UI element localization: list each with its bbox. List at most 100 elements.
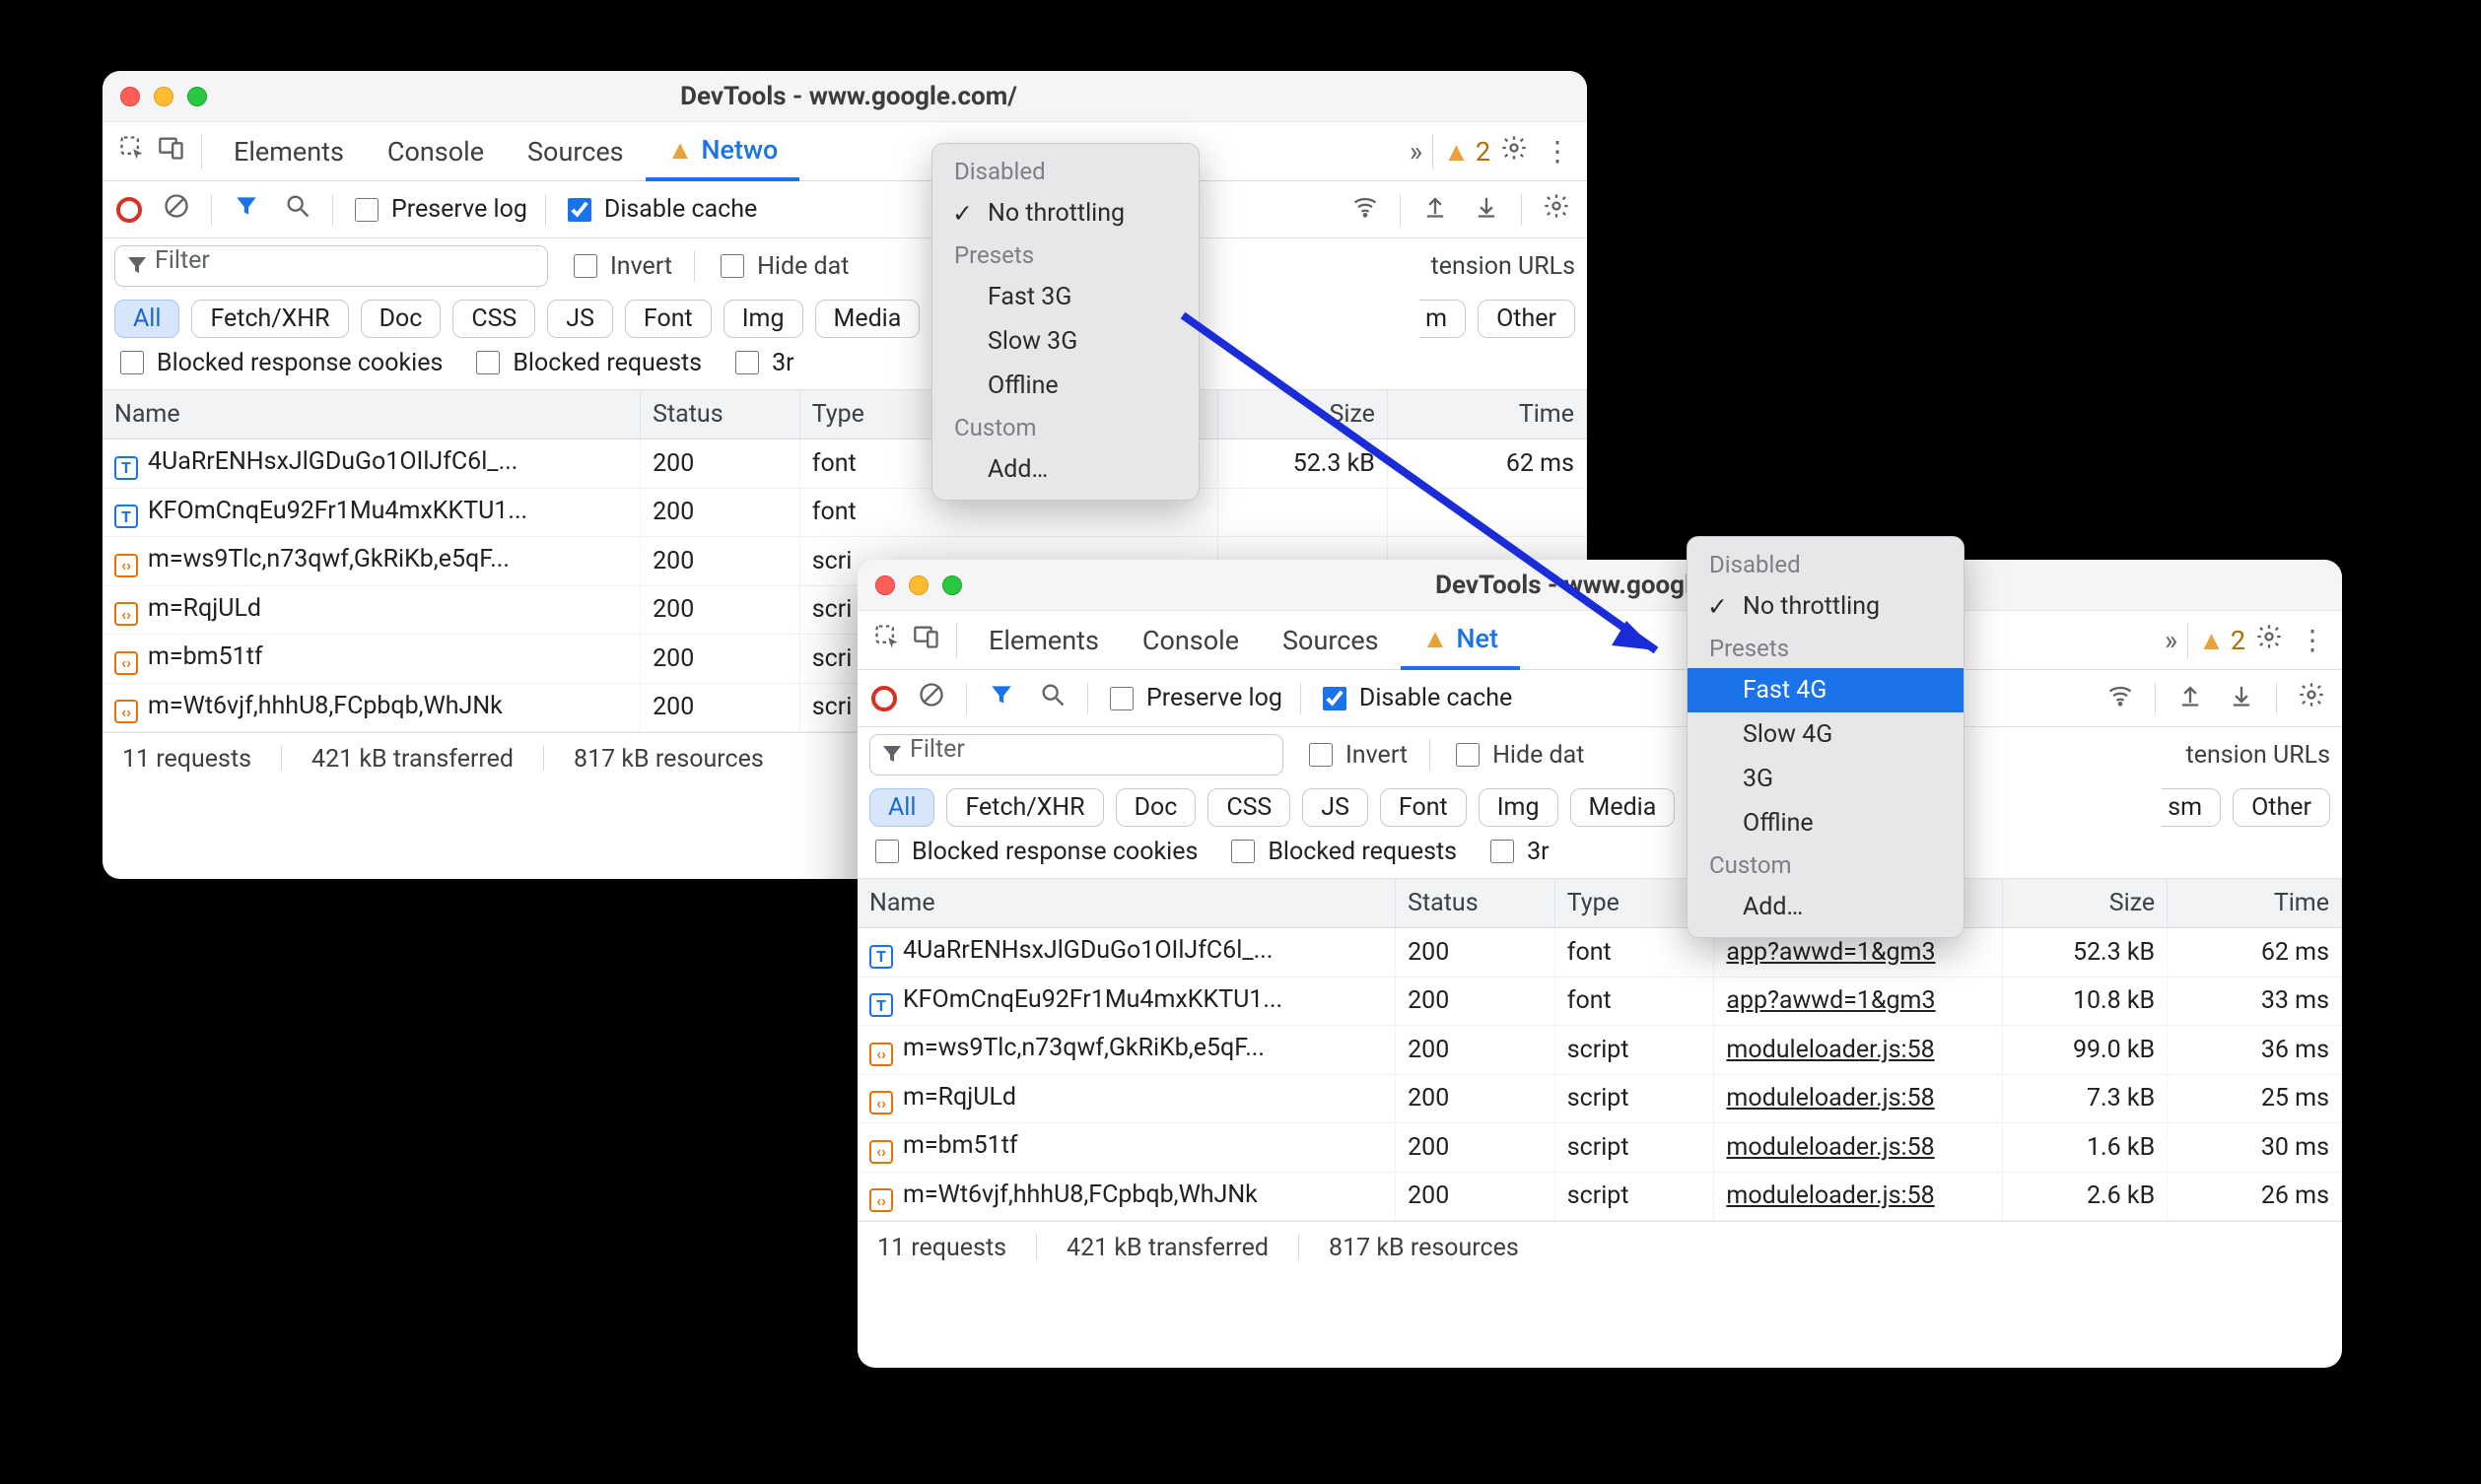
upload-icon[interactable] (1418, 192, 1452, 227)
filter-icon[interactable] (230, 193, 263, 226)
record-button[interactable] (871, 686, 897, 711)
table-row[interactable]: T4UaRrENHsxJlGDuGo1OIlJfC6l_... 200 font… (858, 928, 2342, 978)
settings-icon[interactable] (2245, 623, 2293, 657)
search-icon[interactable] (281, 192, 314, 227)
tab-sources[interactable]: Sources (506, 122, 646, 181)
chip-img[interactable]: Img (1479, 788, 1558, 827)
col-time[interactable]: Time (2168, 879, 2342, 928)
col-name[interactable]: Name (858, 879, 1396, 928)
table-row[interactable]: ‹›m=RqjULd 200 script moduleloader.js:58… (858, 1074, 2342, 1123)
chip-other[interactable]: Other (1478, 300, 1575, 338)
wifi-icon[interactable] (1348, 192, 1382, 227)
cell-initiator[interactable]: app?awwd=1&gm3 (1714, 977, 2003, 1026)
col-name[interactable]: Name (103, 390, 641, 439)
menu-item-slow-3g[interactable]: Slow 3G (932, 319, 1199, 364)
chip-all[interactable]: All (869, 788, 934, 827)
traffic-max[interactable] (942, 575, 962, 595)
preserve-log-checkbox[interactable]: Preserve log (351, 195, 527, 225)
table-row[interactable]: ‹›m=ws9Tlc,n73qwf,GkRiKb,e5qF... 200 scr… (858, 1026, 2342, 1075)
filter-input[interactable]: Filter (869, 734, 1283, 776)
traffic-min[interactable] (154, 87, 173, 106)
table-row[interactable]: ‹›m=bm51tf 200 script moduleloader.js:58… (858, 1123, 2342, 1173)
traffic-max[interactable] (187, 87, 207, 106)
invert-checkbox[interactable]: Invert (1305, 740, 1408, 770)
tab-elements[interactable]: Elements (967, 611, 1121, 670)
tab-console[interactable]: Console (1121, 611, 1261, 670)
table-row[interactable]: TKFOmCnqEu92Fr1Mu4mxKKTU1... 200 font ap… (858, 977, 2342, 1026)
invert-checkbox[interactable]: Invert (570, 251, 672, 281)
traffic-close[interactable] (875, 575, 895, 595)
menu-item-fast-3g[interactable]: Fast 3G (932, 275, 1199, 319)
blocked-req-checkbox[interactable]: Blocked requests (472, 348, 702, 377)
chip-wasm-trunc[interactable]: sm (2162, 788, 2221, 827)
more-tabs-icon[interactable]: » (1410, 135, 1422, 168)
tab-sources[interactable]: Sources (1261, 611, 1401, 670)
download-icon[interactable] (1470, 192, 1503, 227)
blocked-resp-checkbox[interactable]: Blocked response cookies (871, 837, 1198, 866)
disable-cache-checkbox[interactable]: Disable cache (564, 195, 757, 225)
chip-css[interactable]: CSS (452, 300, 535, 338)
settings-icon[interactable] (1490, 134, 1538, 169)
cell-initiator[interactable]: moduleloader.js:58 (1714, 1172, 2003, 1221)
chip-fetch[interactable]: Fetch/XHR (191, 300, 348, 338)
chip-css[interactable]: CSS (1207, 788, 1290, 827)
kebab-icon[interactable]: ⋮ (1538, 135, 1577, 168)
record-button[interactable] (116, 197, 142, 223)
hide-data-checkbox[interactable]: Hide dat (1452, 740, 1584, 770)
col-status[interactable]: Status (1396, 879, 1555, 928)
settings-small-icon[interactable] (2295, 681, 2328, 715)
filter-icon[interactable] (985, 682, 1018, 714)
menu-item-no-throttling[interactable]: ✓No throttling (1688, 584, 1964, 629)
clear-icon[interactable] (915, 681, 948, 715)
clear-icon[interactable] (160, 192, 193, 227)
chip-doc[interactable]: Doc (361, 300, 442, 338)
disable-cache-checkbox[interactable]: Disable cache (1319, 684, 1512, 713)
upload-icon[interactable] (2173, 681, 2207, 715)
tab-console[interactable]: Console (366, 122, 506, 181)
chip-media[interactable]: Media (815, 300, 921, 338)
warnings-badge[interactable]: ▲2 (2198, 625, 2245, 656)
chip-other[interactable]: Other (2233, 788, 2330, 827)
col-status[interactable]: Status (641, 390, 800, 439)
menu-item-slow-4g[interactable]: Slow 4G (1688, 712, 1964, 757)
inspect-icon[interactable] (112, 134, 152, 169)
cell-initiator[interactable]: moduleloader.js:58 (1714, 1123, 2003, 1173)
table-row[interactable]: T4UaRrENHsxJlGDuGo1OIlJfC6l_... 200 font… (103, 439, 1587, 489)
cell-initiator[interactable]: moduleloader.js:58 (1714, 1026, 2003, 1075)
table-row[interactable]: ‹›m=Wt6vjf,hhhU8,FCpbqb,WhJNk 200 script… (858, 1172, 2342, 1221)
warnings-badge[interactable]: ▲2 (1443, 136, 1490, 168)
chip-wasm-trunc[interactable]: m (1419, 300, 1466, 338)
menu-item-add[interactable]: Add… (932, 447, 1199, 492)
device-icon[interactable] (152, 134, 191, 169)
thirdparty-checkbox[interactable]: 3r (1486, 837, 1550, 866)
col-time[interactable]: Time (1387, 390, 1586, 439)
blocked-req-checkbox[interactable]: Blocked requests (1227, 837, 1457, 866)
menu-item-add[interactable]: Add… (1688, 885, 1964, 929)
more-tabs-icon[interactable]: » (2165, 624, 2177, 656)
inspect-icon[interactable] (867, 623, 907, 657)
chip-font[interactable]: Font (1380, 788, 1467, 827)
preserve-log-checkbox[interactable]: Preserve log (1106, 684, 1282, 713)
chip-img[interactable]: Img (724, 300, 803, 338)
settings-small-icon[interactable] (1540, 192, 1573, 227)
device-icon[interactable] (907, 623, 946, 657)
chip-doc[interactable]: Doc (1116, 788, 1197, 827)
menu-item-offline[interactable]: Offline (932, 364, 1199, 408)
chip-media[interactable]: Media (1570, 788, 1676, 827)
traffic-min[interactable] (909, 575, 929, 595)
cell-initiator[interactable]: moduleloader.js:58 (1714, 1074, 2003, 1123)
menu-item-no-throttling[interactable]: ✓No throttling (932, 191, 1199, 236)
search-icon[interactable] (1036, 681, 1069, 715)
menu-item-3g[interactable]: 3G (1688, 757, 1964, 801)
download-icon[interactable] (2225, 681, 2258, 715)
chip-js[interactable]: JS (547, 300, 613, 338)
menu-item-offline[interactable]: Offline (1688, 801, 1964, 845)
chip-all[interactable]: All (114, 300, 179, 338)
col-size[interactable]: Size (2003, 879, 2168, 928)
chip-font[interactable]: Font (625, 300, 712, 338)
hide-data-checkbox[interactable]: Hide dat (717, 251, 849, 281)
thirdparty-checkbox[interactable]: 3r (731, 348, 794, 377)
tab-network[interactable]: ▲ Netwo (646, 122, 800, 181)
kebab-icon[interactable]: ⋮ (2293, 624, 2332, 656)
menu-item-fast-4g[interactable]: Fast 4G (1688, 668, 1964, 712)
